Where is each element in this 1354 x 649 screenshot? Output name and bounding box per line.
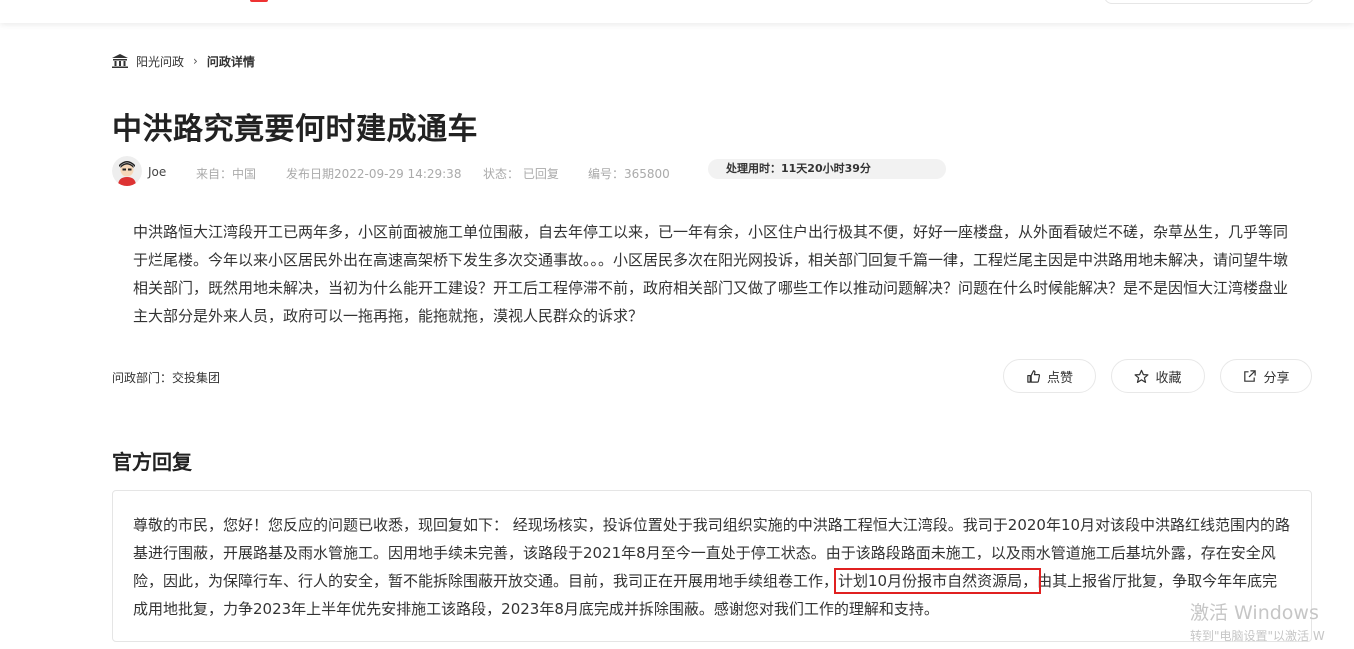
breadcrumb-home-link[interactable]: 阳光问政 (136, 53, 184, 70)
share-label: 分享 (1263, 370, 1290, 386)
status-label: 状态： 已回复 (483, 167, 559, 181)
post-meta: Joe 来自：中国 发布日期2022-09-29 14:29:38 状态： 已回… (112, 156, 962, 186)
like-label: 点赞 (1046, 370, 1073, 386)
publish-date: 发布日期2022-09-29 14:29:38 (286, 167, 462, 181)
watermark-line2: 转到"电脑设置"以激活 W (1190, 629, 1325, 643)
reply-highlight: 计划10月份报市自然资源局， (834, 568, 1042, 594)
official-reply-box: 尊敬的市民，您好！您反应的问题已收悉，现回复如下： 经现场核实，投诉位置处于我司… (112, 490, 1312, 642)
processing-time-badge: 处理用时：11天20小时39分 (708, 159, 946, 179)
government-building-icon (112, 54, 128, 68)
page-title: 中洪路究竟要何时建成通车 (112, 112, 478, 147)
watermark-line1: 激活 Windows (1190, 602, 1319, 624)
favorite-label: 收藏 (1155, 370, 1182, 386)
author-name[interactable]: Joe (148, 165, 166, 179)
top-nav-bar (0, 0, 1354, 23)
official-reply-text: 尊敬的市民，您好！您反应的问题已收悉，现回复如下： 经现场核实，投诉位置处于我司… (133, 511, 1291, 623)
windows-activation-watermark: 激活 Windows 转到"电脑设置"以激活 W (1190, 598, 1325, 644)
serial-number: 编号：365800 (588, 167, 670, 181)
source-label: 来自：中国 (196, 167, 257, 181)
question-body: 中洪路恒大江湾段开工已两年多，小区前面被施工单位围蔽，自去年停工以来，已一年有余… (133, 223, 1289, 325)
share-icon (1244, 369, 1257, 382)
share-button[interactable]: 分享 (1220, 359, 1312, 393)
avatar[interactable] (112, 156, 142, 186)
star-icon (1135, 369, 1149, 383)
like-button[interactable]: 点赞 (1003, 359, 1096, 393)
top-search-box[interactable] (1104, 0, 1314, 4)
chevron-right-icon: › (193, 54, 198, 68)
thumbs-up-icon (1027, 369, 1041, 383)
department-label: 问政部门：交投集团 (112, 371, 221, 385)
official-reply-heading: 官方回复 (112, 450, 192, 474)
top-nav-badge (250, 0, 268, 2)
breadcrumb-current: 问政详情 (206, 54, 255, 69)
user-avatar-icon (112, 156, 142, 186)
breadcrumb: 阳光问政 › 问政详情 (112, 52, 255, 70)
favorite-button[interactable]: 收藏 (1111, 359, 1205, 393)
